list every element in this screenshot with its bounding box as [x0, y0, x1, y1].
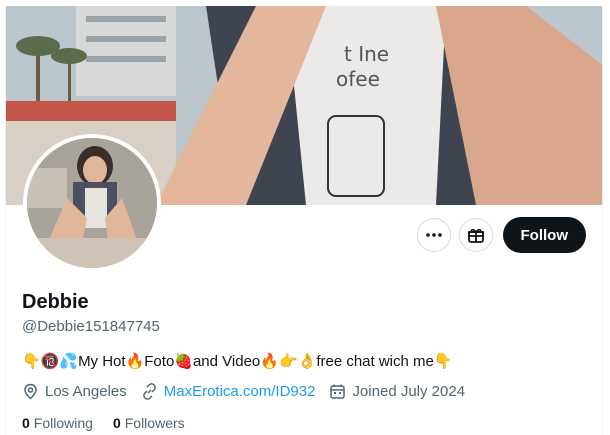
bio-text: Foto	[144, 352, 175, 370]
website[interactable]: MaxErotica.com/ID932	[141, 383, 316, 400]
svg-text:t Ine: t Ine	[344, 42, 389, 66]
avatar[interactable]	[27, 138, 157, 268]
following-label: Following	[33, 415, 93, 431]
link-icon	[142, 383, 156, 400]
location-text: Los Angeles	[45, 383, 127, 400]
bio-emoji: 💦	[59, 352, 79, 370]
location: Los Angeles	[22, 383, 127, 400]
follow-button[interactable]: Follow	[502, 217, 586, 253]
gift-icon	[467, 228, 484, 243]
location-icon	[24, 383, 37, 400]
bio-emoji: 🍓	[174, 352, 193, 370]
more-button[interactable]	[416, 218, 451, 252]
bio-emoji: 👇	[433, 352, 453, 370]
followers-count: 0	[112, 415, 121, 431]
follow-stats: 0 Following 0 Followers	[22, 415, 205, 431]
profile-bio: 👇 🔞 💦 My Hot 🔥 Foto 🍓 and Video 🔥 👉👌 fre…	[22, 352, 453, 370]
bio-text: My Hot	[78, 352, 126, 370]
join-date-text: Joined July 2024	[352, 383, 466, 400]
profile-meta: Los Angeles MaxErotica.com/ID932 Joined …	[22, 383, 479, 400]
more-icon	[425, 233, 442, 237]
bio-emoji: 🔥	[260, 352, 279, 370]
bio-text: free chat wich me	[316, 352, 434, 370]
profile-page: t Ine ofee Follow Debbie @Debbie15184774…	[5, 6, 603, 435]
avatar-photo	[27, 138, 157, 268]
profile-actions: Follow	[416, 217, 586, 253]
following-count: 0	[22, 415, 30, 431]
followers-label: Followers	[124, 415, 185, 431]
avatar-frame[interactable]	[23, 134, 161, 272]
calendar-icon	[330, 384, 346, 399]
following-stat[interactable]: 0 Following	[22, 415, 93, 431]
bio-emoji: 🔞	[40, 352, 60, 370]
svg-text:ofee: ofee	[336, 67, 380, 91]
subscribe-gift-button[interactable]	[458, 218, 493, 252]
followers-stat[interactable]: 0 Followers	[113, 415, 185, 431]
bio-emoji: 👉👌	[278, 352, 317, 370]
join-date: Joined July 2024	[329, 383, 465, 400]
bio-text: and Video	[192, 352, 261, 370]
bio-emoji: 🔥	[125, 352, 145, 370]
bio-emoji: 👇	[22, 352, 41, 370]
profile-handle: @Debbie151847745	[22, 318, 160, 335]
profile-name: Debbie	[22, 291, 89, 313]
website-link[interactable]: MaxErotica.com/ID932	[164, 383, 316, 400]
